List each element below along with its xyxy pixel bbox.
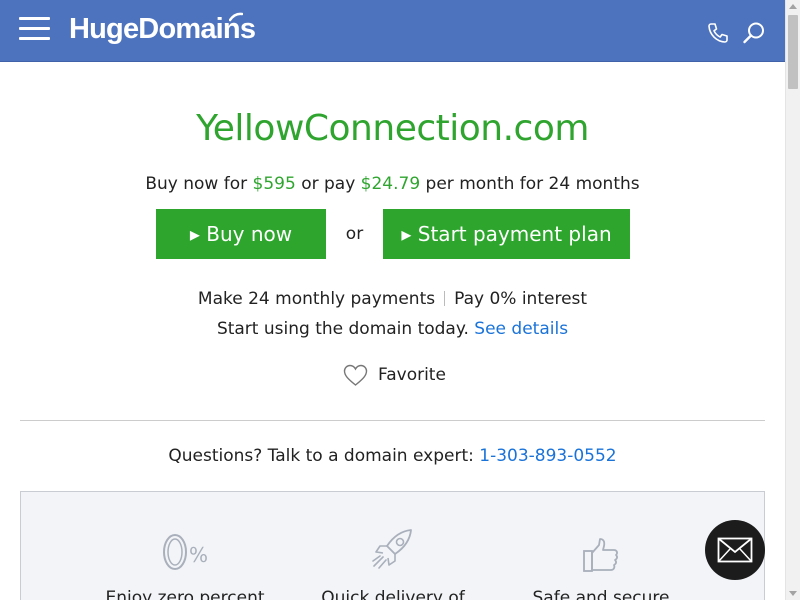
feature-quick-delivery: Quick delivery of bbox=[293, 522, 493, 600]
phone-link[interactable]: 1-303-893-0552 bbox=[479, 446, 616, 466]
start-using-info: Start using the domain today. See detail… bbox=[0, 319, 785, 339]
chat-button[interactable] bbox=[705, 520, 765, 580]
scroll-up-arrow-icon[interactable] bbox=[789, 4, 797, 9]
scroll-down-arrow-icon[interactable] bbox=[789, 591, 797, 596]
interest-text: Pay 0% interest bbox=[454, 289, 588, 309]
features-panel: % Enjoy zero percent Quick delivery of S… bbox=[20, 491, 765, 600]
contact-line: Questions? Talk to a domain expert: 1-30… bbox=[0, 446, 785, 466]
feature-label: Enjoy zero percent bbox=[105, 588, 265, 600]
heart-icon bbox=[343, 364, 368, 386]
see-details-link[interactable]: See details bbox=[474, 319, 568, 339]
start-using-text: Start using the domain today. bbox=[216, 319, 469, 339]
start-payment-plan-button[interactable]: ▸ Start payment plan bbox=[383, 209, 630, 259]
pipe-divider bbox=[444, 291, 446, 306]
favorite-button[interactable]: Favorite bbox=[343, 362, 446, 388]
monthly-payments-text: Make 24 monthly payments bbox=[197, 289, 436, 309]
scroll-thumb[interactable] bbox=[788, 15, 798, 89]
rocket-icon bbox=[372, 529, 412, 569]
or-separator: or bbox=[345, 224, 364, 244]
price-line: Buy now for $595 or pay $24.79 per month… bbox=[0, 174, 785, 194]
envelope-icon bbox=[717, 537, 753, 563]
site-header: HugeDomains bbox=[0, 0, 785, 62]
payment-info: Make 24 monthly payments Pay 0% interest bbox=[0, 289, 785, 309]
feature-label: Safe and secure bbox=[532, 588, 670, 600]
hamburger-menu-icon[interactable] bbox=[19, 17, 50, 41]
feature-safe-secure: Safe and secure bbox=[501, 522, 701, 600]
favorite-label: Favorite bbox=[378, 365, 446, 385]
page-scrollbar[interactable] bbox=[785, 0, 800, 600]
site-logo[interactable]: HugeDomains bbox=[69, 13, 256, 46]
thumbs-up-icon bbox=[583, 538, 618, 572]
svg-text:%: % bbox=[189, 543, 208, 567]
feature-zero-percent: % Enjoy zero percent bbox=[85, 522, 285, 600]
zero-percent-icon: % bbox=[163, 534, 208, 570]
questions-text: Questions? Talk to a domain expert: bbox=[168, 446, 474, 466]
price-prefix: Buy now for bbox=[145, 174, 253, 194]
search-icon[interactable] bbox=[742, 21, 766, 45]
phone-icon[interactable] bbox=[706, 21, 730, 45]
feature-label: Quick delivery of bbox=[321, 588, 465, 600]
buy-price: $595 bbox=[252, 174, 296, 194]
price-suffix: per month for 24 months bbox=[420, 174, 640, 194]
price-middle: or pay bbox=[295, 174, 361, 194]
logo-swoosh-icon bbox=[229, 12, 243, 22]
buy-now-button[interactable]: ▸ Buy now bbox=[156, 209, 326, 259]
domain-title: YellowConnection.com bbox=[196, 108, 589, 149]
section-divider bbox=[20, 420, 765, 421]
monthly-price: $24.79 bbox=[360, 174, 421, 194]
